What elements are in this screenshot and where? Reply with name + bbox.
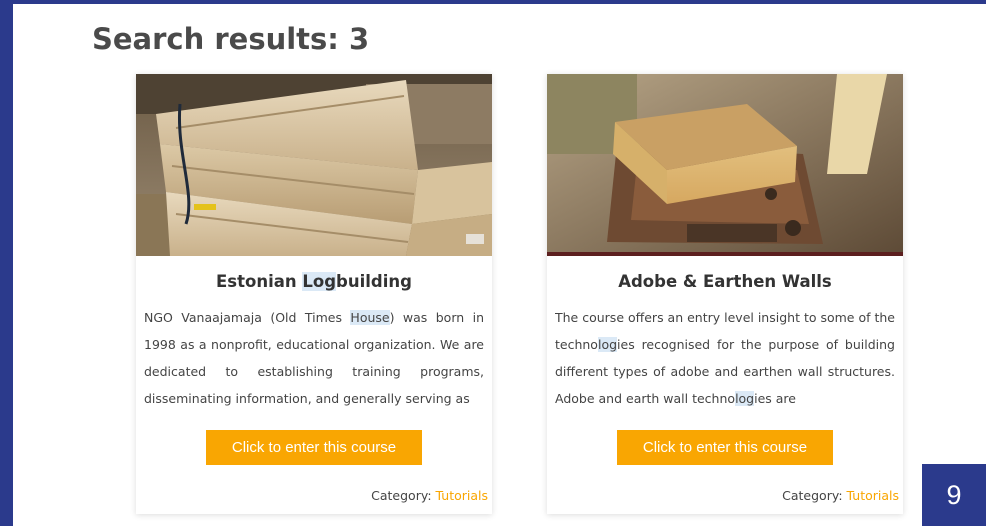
course-thumbnail-logbuilding[interactable] <box>136 74 492 256</box>
course-category: Category: Tutorials <box>371 488 488 503</box>
search-highlight: log <box>597 337 618 352</box>
course-description: NGO Vanaajamaja (Old Times House) was bo… <box>144 304 484 412</box>
course-thumbnail-adobe[interactable] <box>547 74 903 256</box>
search-highlight: Log <box>302 272 337 291</box>
course-description: The course offers an entry level insight… <box>555 304 895 412</box>
course-title-text: Estonian <box>216 272 303 291</box>
page-title: Search results: 3 <box>92 22 370 56</box>
enter-course-button[interactable]: Click to enter this course <box>206 430 422 465</box>
category-link-tutorials[interactable]: Tutorials <box>436 488 488 503</box>
search-highlight: House <box>350 310 390 325</box>
course-card-adobe: Adobe & Earthen Walls The course offers … <box>547 74 903 514</box>
page-number-badge: 9 <box>922 464 986 526</box>
course-title[interactable]: Adobe & Earthen Walls <box>547 272 903 291</box>
description-text: ies are <box>754 391 796 406</box>
course-card-logbuilding: Estonian Logbuilding NGO Vanaajamaja (Ol… <box>136 74 492 514</box>
enter-course-button[interactable]: Click to enter this course <box>617 430 833 465</box>
course-category: Category: Tutorials <box>782 488 899 503</box>
course-title[interactable]: Estonian Logbuilding <box>136 272 492 291</box>
category-link-tutorials[interactable]: Tutorials <box>847 488 899 503</box>
course-title-text: building <box>336 272 412 291</box>
search-highlight: log <box>735 391 755 406</box>
category-label: Category: <box>782 488 843 503</box>
category-label: Category: <box>371 488 432 503</box>
description-text: NGO Vanaajamaja (Old Times <box>144 310 351 325</box>
